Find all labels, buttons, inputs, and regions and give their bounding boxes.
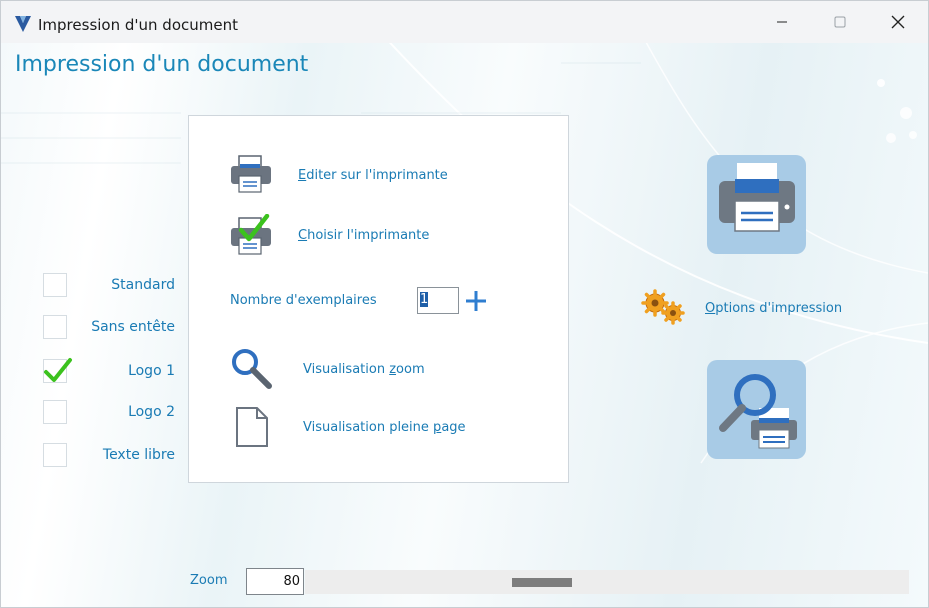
- sans-entete-label: Sans entête: [91, 319, 175, 335]
- preview-zoom-accel: z: [389, 362, 397, 377]
- maximize-button[interactable]: [811, 1, 869, 43]
- edit-link-accel: E: [298, 168, 307, 183]
- preview-page-text-1: Visualisation pleine: [303, 420, 434, 435]
- logo-1-label: Logo 1: [128, 363, 175, 379]
- page-icon[interactable]: [235, 406, 269, 452]
- preview-zoom-text-1: Visualisation: [303, 362, 390, 377]
- print-options-text: ptions d'impression: [715, 301, 843, 316]
- printer-icon[interactable]: [229, 154, 273, 198]
- logo-1-checkbox[interactable]: [43, 358, 72, 383]
- zoom-slider[interactable]: [305, 570, 909, 594]
- window-title: Impression d'un document: [38, 16, 238, 34]
- big-preview-icon[interactable]: [707, 360, 806, 459]
- option-logo-1[interactable]: Logo 1: [43, 358, 181, 385]
- choose-link-text: hoisir l'imprimante: [307, 228, 430, 243]
- texte-libre-checkbox[interactable]: [43, 443, 67, 467]
- close-button[interactable]: [869, 1, 927, 43]
- logo-2-checkbox[interactable]: [43, 400, 67, 424]
- copies-label: Nombre d'exemplaires: [230, 293, 377, 308]
- printer-check-icon[interactable]: [229, 213, 273, 260]
- app-logo-icon: [13, 14, 33, 34]
- edit-link-text: diter sur l'imprimante: [306, 168, 448, 183]
- print-options-accel: O: [705, 301, 716, 316]
- option-logo-2[interactable]: Logo 2: [43, 400, 181, 426]
- standard-label: Standard: [111, 277, 175, 293]
- preview-zoom-text-2: oom: [396, 362, 425, 377]
- dialog-content: Impression d'un document Standard Sans e…: [1, 43, 928, 607]
- minimize-button[interactable]: [753, 1, 811, 43]
- zoom-input[interactable]: 80: [246, 568, 304, 595]
- choose-link-accel: C: [298, 228, 308, 243]
- option-texte-libre[interactable]: Texte libre: [43, 443, 181, 469]
- sans-entete-checkbox[interactable]: [43, 315, 67, 339]
- magnifier-icon[interactable]: [229, 346, 273, 394]
- option-standard[interactable]: Standard: [43, 273, 181, 299]
- gears-icon[interactable]: [641, 289, 687, 325]
- checkmark-icon: [44, 358, 72, 382]
- option-sans-entete[interactable]: Sans entête: [43, 315, 181, 341]
- preview-page-text-2: age: [441, 420, 466, 435]
- choose-printer-link[interactable]: Choisir l'imprimante: [298, 228, 429, 243]
- print-dialog-window: Impression d'un document Impression d'un…: [0, 0, 929, 608]
- edit-on-printer-link[interactable]: Editer sur l'imprimante: [298, 168, 448, 183]
- zoom-label: Zoom: [190, 573, 228, 588]
- copies-input[interactable]: 1: [417, 287, 459, 314]
- logo-2-label: Logo 2: [128, 404, 175, 420]
- preview-full-page-link[interactable]: Visualisation pleine page: [303, 420, 466, 435]
- title-bar: Impression d'un document: [1, 1, 928, 44]
- page-title: Impression d'un document: [15, 52, 309, 77]
- print-actions-panel: Editer sur l'imprimante Choisir l'imprim…: [188, 115, 569, 483]
- plus-icon[interactable]: [465, 290, 487, 312]
- print-options-link[interactable]: Options d'impression: [705, 301, 842, 316]
- big-printer-icon[interactable]: [707, 155, 806, 254]
- texte-libre-label: Texte libre: [102, 447, 175, 463]
- zoom-slider-thumb[interactable]: [512, 578, 572, 587]
- standard-checkbox[interactable]: [43, 273, 67, 297]
- preview-zoom-link[interactable]: Visualisation zoom: [303, 362, 425, 377]
- copies-value: 1: [420, 292, 429, 307]
